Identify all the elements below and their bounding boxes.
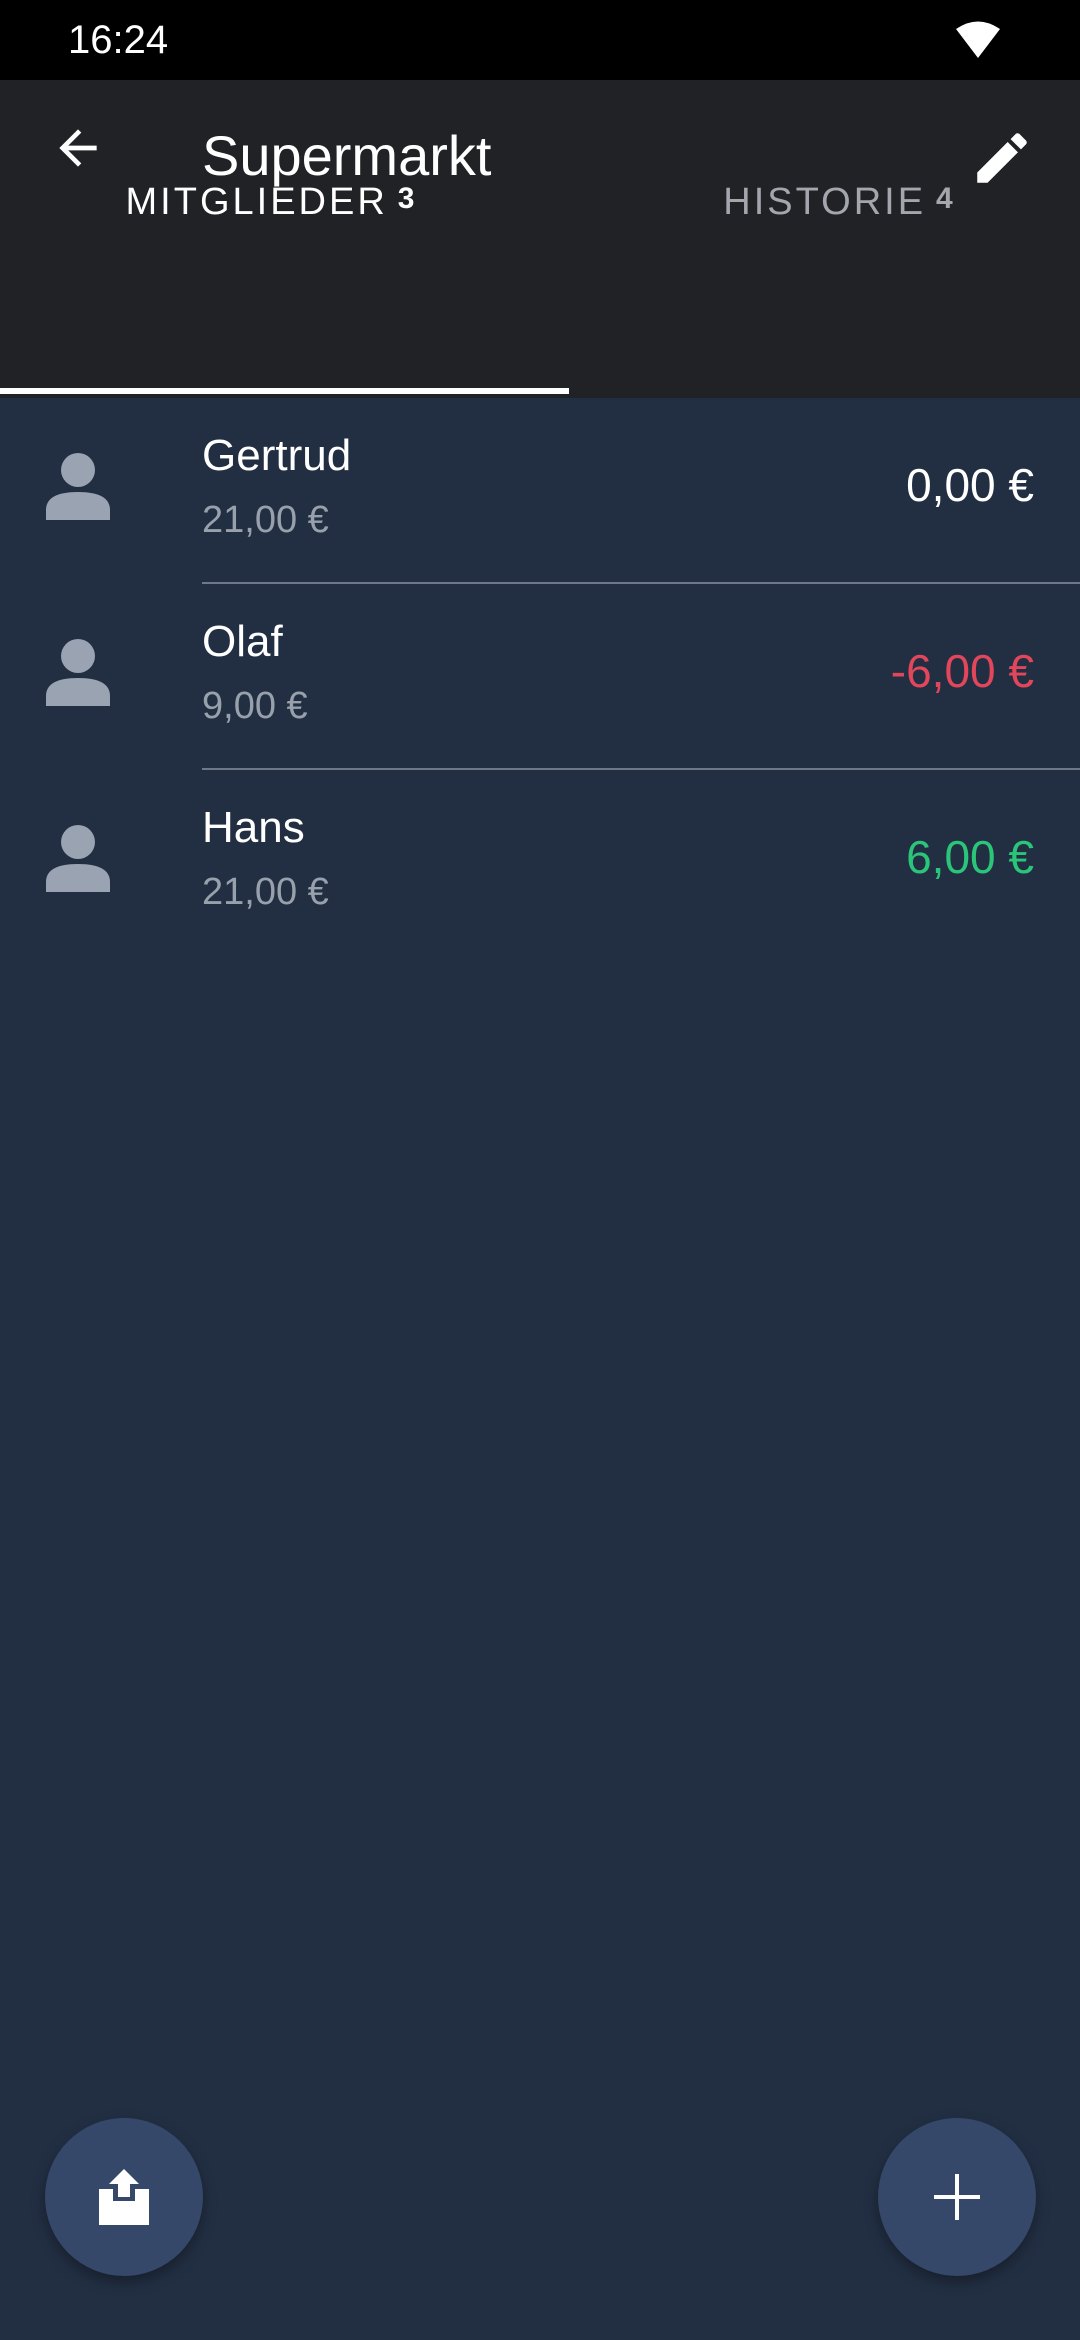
tab-indicator: [0, 388, 569, 394]
member-balance: 6,00 €: [906, 831, 1034, 883]
member-name: Hans: [202, 803, 305, 852]
status-bar: 16:24: [0, 0, 1080, 80]
status-time: 16:24: [68, 18, 169, 62]
tab-members[interactable]: MITGLIEDER 3: [0, 80, 540, 398]
member-paid-amount: 21,00 €: [202, 499, 329, 541]
member-balance: -6,00 €: [890, 645, 1034, 697]
member-paid-amount: 9,00 €: [202, 685, 308, 727]
person-icon: [46, 824, 110, 892]
tab-history-label: HISTORIE: [723, 181, 927, 223]
list-item[interactable]: Hans 21,00 € 6,00 €: [0, 770, 1080, 956]
share-button[interactable]: [45, 2118, 203, 2276]
member-paid-amount: 21,00 €: [202, 871, 329, 913]
person-icon: [46, 638, 110, 706]
tab-history-count: 4: [936, 181, 953, 215]
tab-history[interactable]: HISTORIE 4: [568, 80, 1080, 398]
tab-members-count: 3: [397, 181, 415, 215]
plus-icon: [934, 2174, 980, 2220]
wifi-icon: [954, 20, 1002, 60]
share-upload-icon: [99, 2169, 149, 2225]
tab-members-label: MITGLIEDER: [125, 181, 388, 223]
member-name: Gertrud: [202, 431, 352, 480]
list-item[interactable]: Gertrud 21,00 € 0,00 €: [0, 398, 1080, 584]
member-list: Gertrud 21,00 € 0,00 € Olaf 9,00 € -6,00…: [0, 398, 1080, 956]
add-member-button[interactable]: [878, 2118, 1036, 2276]
person-icon: [46, 452, 110, 520]
member-name: Olaf: [202, 617, 283, 666]
member-balance: 0,00 €: [906, 459, 1034, 511]
list-item[interactable]: Olaf 9,00 € -6,00 €: [0, 584, 1080, 770]
